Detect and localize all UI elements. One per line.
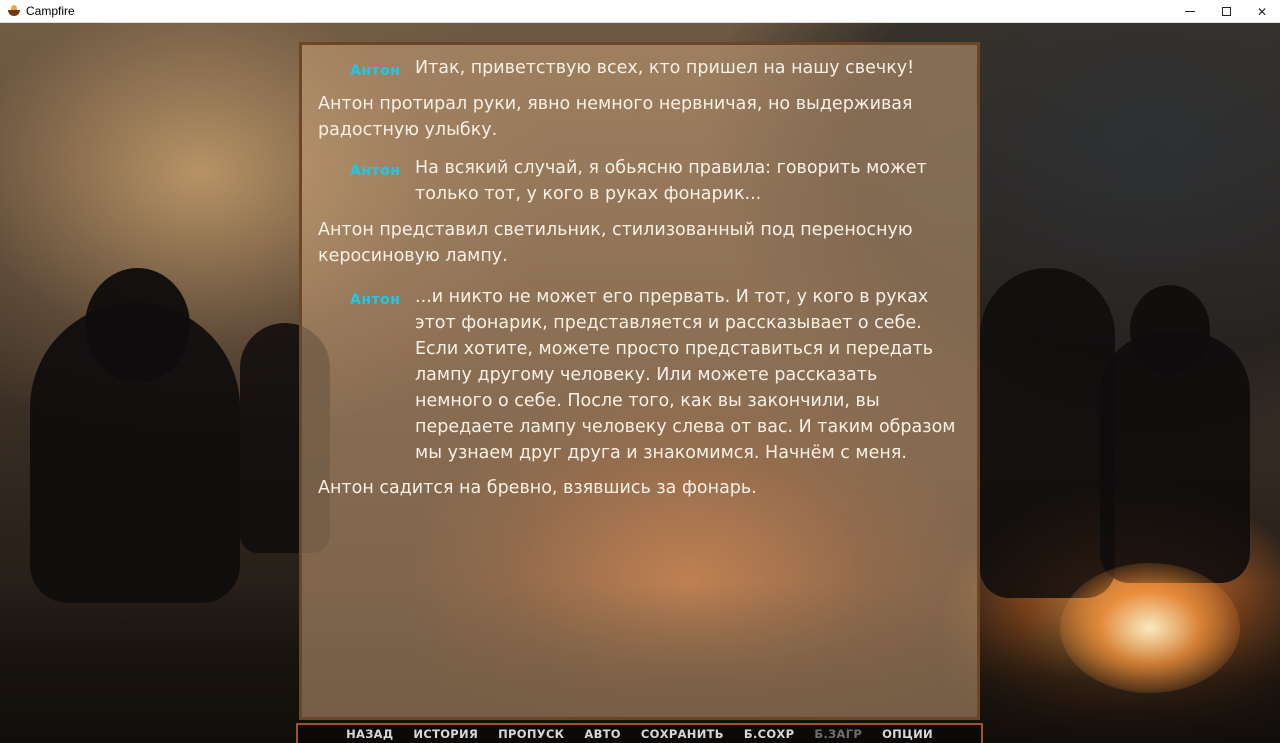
quick-menu-save-button[interactable]: СОХРАНИТЬ — [631, 727, 734, 741]
campfire-app-icon — [6, 3, 22, 19]
quick-menu: НАЗАД ИСТОРИЯ ПРОПУСК АВТО СОХРАНИТЬ Б.С… — [296, 723, 983, 743]
quick-menu-back-button[interactable]: НАЗАД — [336, 727, 403, 741]
window-titlebar: Campfire ✕ — [0, 0, 1280, 23]
campfire-glow — [1060, 563, 1240, 693]
minimize-icon — [1185, 11, 1195, 12]
quick-menu-options-button[interactable]: ОПЦИИ — [872, 727, 943, 741]
dialogue-entry: Антон На всякий случай, я обьясню правил… — [316, 155, 959, 207]
speaker-name: Антон — [350, 292, 401, 308]
dialogue-text: Итак, приветствую всех, кто пришел на на… — [415, 58, 915, 78]
quick-menu-history-button[interactable]: ИСТОРИЯ — [403, 727, 488, 741]
quick-menu-quicksave-button[interactable]: Б.СОХР — [734, 727, 804, 741]
dialogue-text: ...и никто не может его прервать. И тот,… — [415, 287, 956, 463]
narration-entry: Антон протирал руки, явно немного нервни… — [316, 91, 959, 143]
narration-text: Антон представил светильник, стилизованн… — [318, 220, 913, 266]
background-figure — [30, 303, 240, 603]
window-title: Campfire — [26, 4, 75, 18]
background-figure — [1100, 333, 1250, 583]
quick-menu-skip-button[interactable]: ПРОПУСК — [488, 727, 574, 741]
game-scene[interactable]: Антон Итак, приветствую всех, кто пришел… — [0, 23, 1280, 743]
speaker-name: Антон — [350, 63, 401, 79]
narration-entry: Антон садится на бревно, взявшись за фон… — [316, 475, 959, 501]
close-icon: ✕ — [1256, 4, 1268, 19]
narration-entry: Антон представил светильник, стилизованн… — [316, 217, 959, 269]
narration-text: Антон протирал руки, явно немного нервни… — [318, 94, 913, 140]
quick-menu-auto-button[interactable]: АВТО — [574, 727, 631, 741]
dialogue-panel[interactable]: Антон Итак, приветствую всех, кто пришел… — [299, 42, 980, 720]
quick-menu-quickload-button[interactable]: Б.ЗАГР — [804, 727, 872, 741]
close-button[interactable]: ✕ — [1244, 0, 1280, 23]
dialogue-entry: Антон ...и никто не может его прервать. … — [316, 284, 959, 466]
background-figure — [980, 268, 1115, 598]
minimize-button[interactable] — [1172, 0, 1208, 23]
dialogue-entry: Антон Итак, приветствую всех, кто пришел… — [316, 55, 959, 81]
maximize-button[interactable] — [1208, 0, 1244, 23]
maximize-icon — [1221, 7, 1231, 16]
dialogue-text: На всякий случай, я обьясню правила: гов… — [415, 158, 927, 204]
speaker-name: Антон — [350, 163, 401, 179]
narration-text: Антон садится на бревно, взявшись за фон… — [318, 478, 757, 498]
window-controls: ✕ — [1172, 0, 1280, 23]
